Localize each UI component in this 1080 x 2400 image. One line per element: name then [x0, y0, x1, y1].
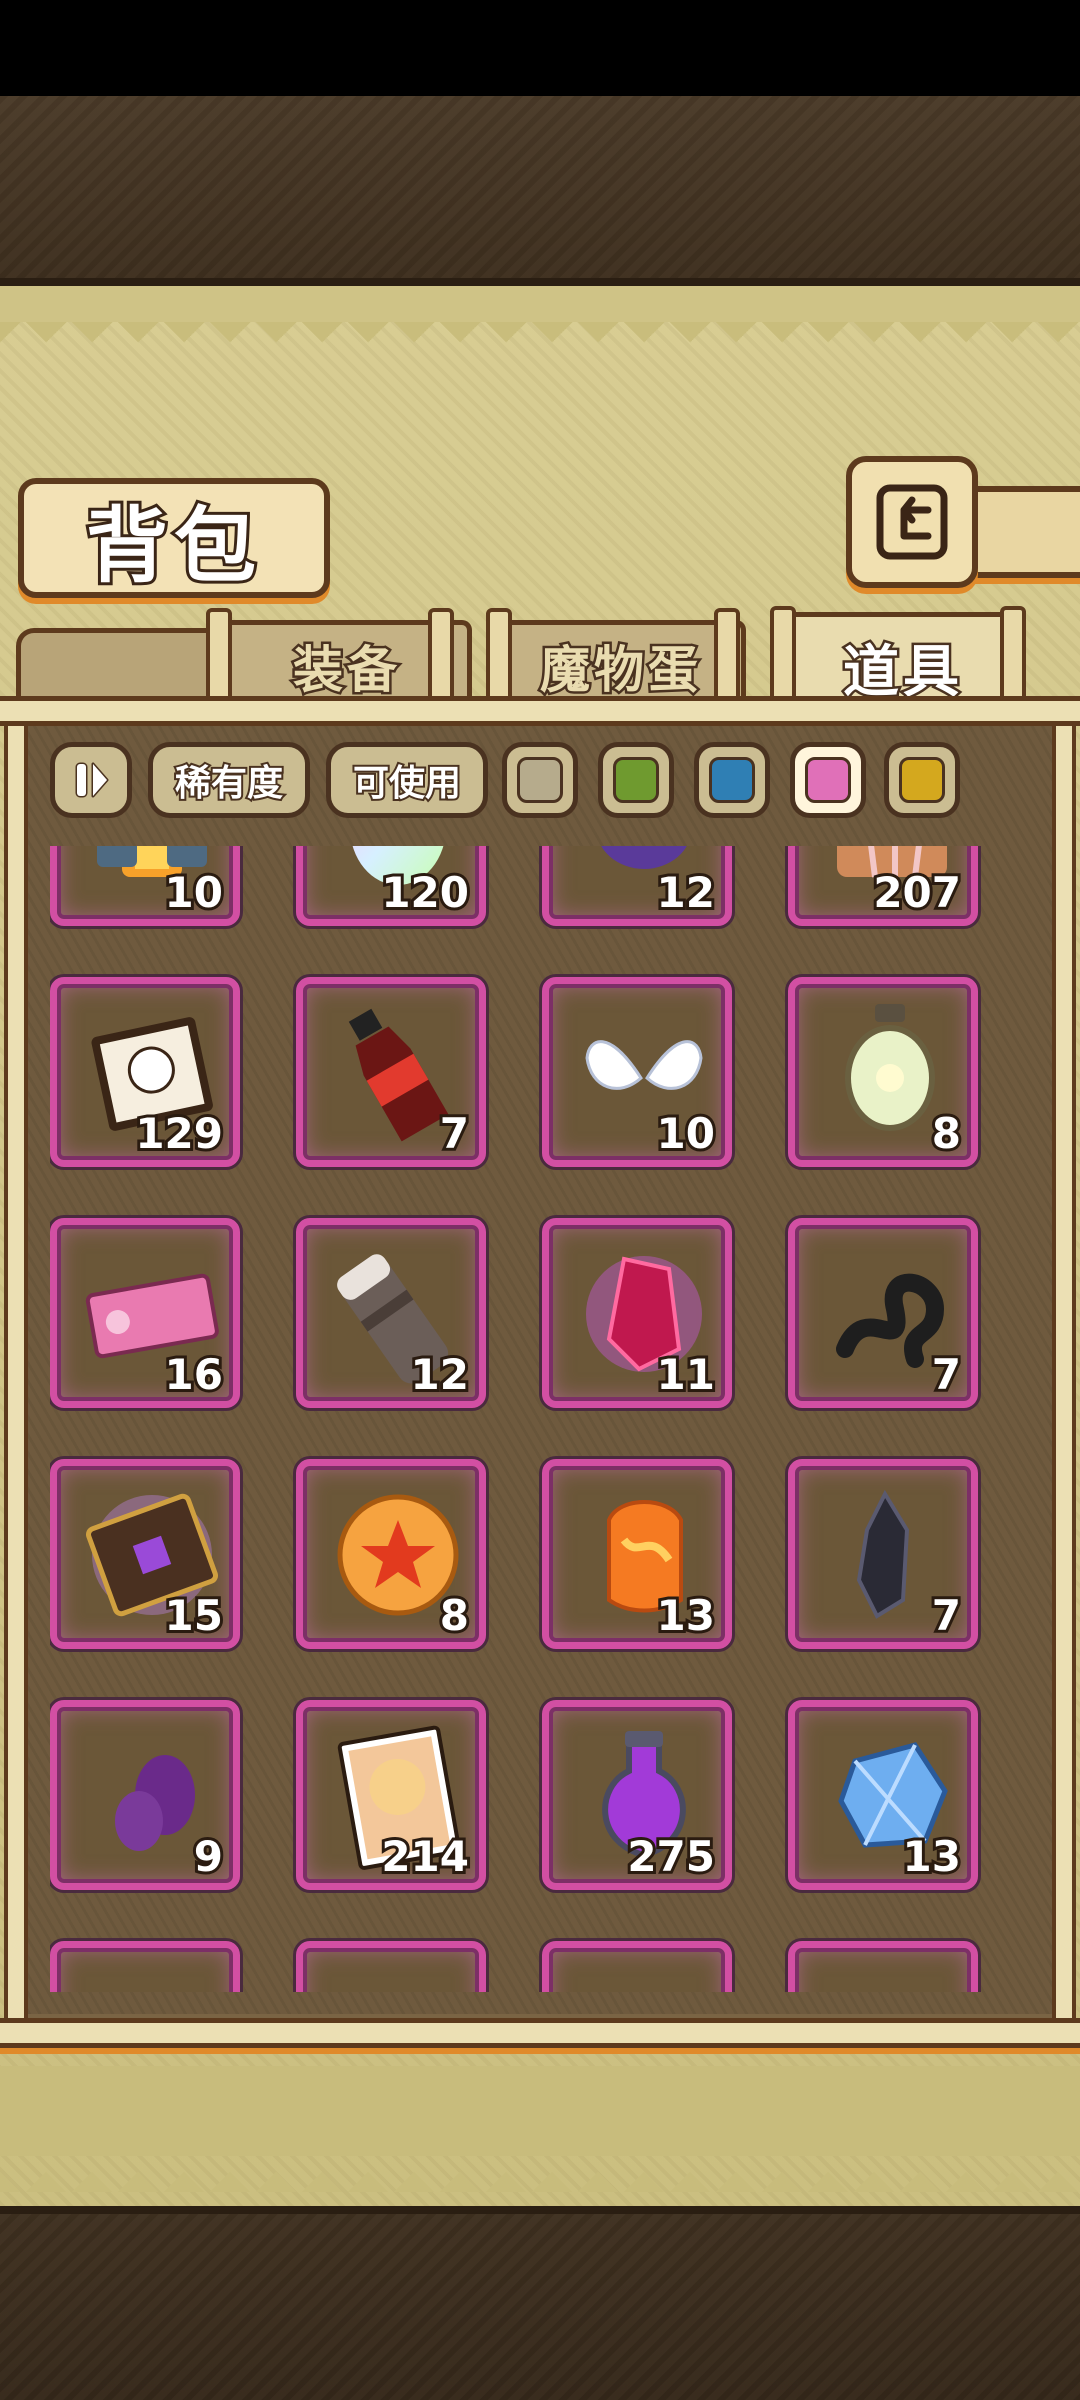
frame-rail — [0, 696, 1080, 726]
rarity-swatch-pink[interactable] — [790, 742, 866, 818]
item-count: 13 — [900, 1829, 965, 1884]
item-count: 9 — [191, 1829, 226, 1884]
tab-label: 装备 — [291, 639, 401, 702]
swatch-color — [517, 757, 563, 803]
rarity-swatch-yellow[interactable] — [884, 742, 960, 818]
tab-monster-eggs[interactable]: 魔物蛋 — [496, 620, 746, 707]
sort-icon — [75, 762, 109, 798]
inventory-slot[interactable] — [788, 1941, 978, 1992]
item-grid[interactable]: 10 120 12 207 129 7 10 8 16 12 11 7 15 8 13 7 9 214 275 13 — [50, 846, 1020, 1992]
item-count: 13 — [654, 1588, 719, 1643]
tab-label: 魔物蛋 — [538, 639, 702, 702]
item-count: 214 — [378, 1829, 472, 1884]
item-count: 7 — [929, 1347, 964, 1402]
item-count: 120 — [378, 865, 472, 920]
inventory-slot[interactable] — [542, 1941, 732, 1992]
inventory-slot[interactable] — [296, 1941, 486, 1992]
item-count: 275 — [624, 1829, 718, 1884]
inventory-slot[interactable]: 214 — [296, 1700, 486, 1890]
back-button-rail — [966, 486, 1080, 578]
inventory-slot[interactable]: 12 — [542, 846, 732, 926]
item-count: 8 — [437, 1588, 472, 1643]
inventory-slot[interactable]: 7 — [788, 1459, 978, 1649]
inventory-slot[interactable]: 207 — [788, 846, 978, 926]
page-title: 背包 — [83, 495, 262, 597]
item-count: 10 — [654, 1106, 719, 1161]
rarity-swatch-gray[interactable] — [502, 742, 578, 818]
item-count: 12 — [654, 865, 719, 920]
item-count: 8 — [929, 1106, 964, 1161]
frame-side — [4, 716, 28, 2026]
sort-button[interactable] — [50, 742, 132, 818]
inventory-slot[interactable]: 15 — [50, 1459, 240, 1649]
swatch-color — [613, 757, 659, 803]
item-count: 10 — [162, 865, 227, 920]
item-count: 129 — [132, 1106, 226, 1161]
inventory-slot[interactable]: 7 — [296, 977, 486, 1167]
rarity-swatch-blue[interactable] — [694, 742, 770, 818]
item-count: 207 — [870, 865, 964, 920]
usable-filter-button[interactable]: 可使用 — [326, 742, 488, 818]
inventory-slot[interactable]: 12 — [296, 1218, 486, 1408]
swatch-color — [709, 757, 755, 803]
inventory-slot[interactable]: 120 — [296, 846, 486, 926]
swatch-color — [899, 757, 945, 803]
swatch-color — [805, 757, 851, 803]
item-icon — [815, 1962, 965, 1992]
item-icon — [323, 1962, 473, 1992]
rarity-filter-button[interactable]: 稀有度 — [148, 742, 310, 818]
page-title-banner: 背包 — [18, 478, 330, 598]
zigzag-edge-bottom — [0, 2066, 1080, 2192]
zigzag-edge-top — [0, 286, 1080, 358]
map-background-top — [0, 96, 1080, 286]
item-count: 7 — [437, 1106, 472, 1161]
inventory-slot[interactable]: 13 — [542, 1459, 732, 1649]
inventory-slot[interactable]: 275 — [542, 1700, 732, 1890]
item-icon — [77, 1962, 227, 1992]
inventory-slot[interactable]: 8 — [788, 977, 978, 1167]
status-bar — [0, 0, 1080, 96]
inventory-slot[interactable]: 10 — [542, 977, 732, 1167]
item-count: 15 — [162, 1588, 227, 1643]
frame-side — [1052, 716, 1076, 2026]
back-button[interactable] — [846, 456, 978, 588]
map-background-bottom — [0, 2206, 1080, 2400]
item-icon — [569, 1962, 719, 1992]
item-count: 11 — [654, 1347, 719, 1402]
item-count: 16 — [162, 1347, 227, 1402]
inventory-slot[interactable]: 129 — [50, 977, 240, 1167]
inventory-slot[interactable]: 13 — [788, 1700, 978, 1890]
tab-bar-left-stub — [16, 628, 236, 705]
inventory-slot[interactable]: 11 — [542, 1218, 732, 1408]
inventory-slot[interactable]: 9 — [50, 1700, 240, 1890]
inventory-slot[interactable]: 8 — [296, 1459, 486, 1649]
frame-rail — [0, 2018, 1080, 2048]
inventory-slot[interactable]: 10 — [50, 846, 240, 926]
inventory-slot[interactable] — [50, 1941, 240, 1992]
item-count: 7 — [929, 1588, 964, 1643]
rarity-swatch-green[interactable] — [598, 742, 674, 818]
inventory-slot[interactable]: 7 — [788, 1218, 978, 1408]
item-count: 12 — [408, 1347, 473, 1402]
inventory-slot[interactable]: 16 — [50, 1218, 240, 1408]
back-arrow-icon — [876, 484, 948, 560]
